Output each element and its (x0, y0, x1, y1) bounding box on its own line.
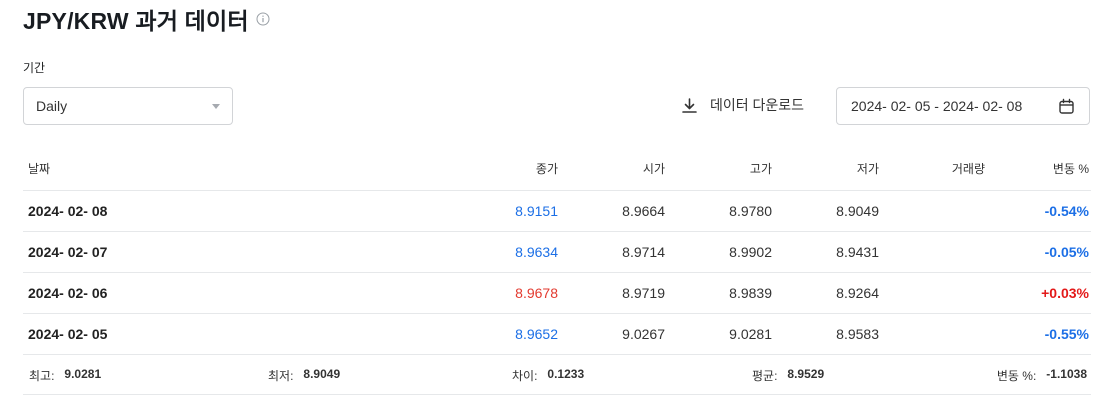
row-high: 8.9780 (667, 190, 774, 232)
row-change: -0.54% (987, 190, 1091, 232)
row-volume (881, 190, 987, 232)
date-range-picker[interactable]: 2024- 02- 05 - 2024- 02- 08 (836, 87, 1090, 125)
row-open: 8.9719 (560, 272, 667, 314)
summary-change-label: 변동 %: (996, 369, 1037, 383)
row-date: 2024- 02- 07 (23, 231, 453, 273)
row-low: 8.9049 (774, 190, 881, 232)
frequency-value: Daily (36, 98, 68, 114)
col-header-volume[interactable]: 거래량 (881, 148, 987, 191)
row-change: +0.03% (987, 272, 1091, 314)
col-header-close[interactable]: 종가 (453, 148, 560, 191)
row-close: 8.9151 (453, 190, 560, 232)
col-header-change[interactable]: 변동 % (987, 148, 1091, 191)
row-open: 9.0267 (560, 313, 667, 355)
row-low: 8.9431 (774, 231, 881, 273)
row-low: 8.9583 (774, 313, 881, 355)
row-close: 8.9634 (453, 231, 560, 273)
summary-low-label: 최저: (268, 369, 294, 383)
row-change: -0.05% (987, 231, 1091, 273)
summary-avg-label: 평균: (752, 369, 778, 383)
row-close: 8.9652 (453, 313, 560, 355)
table-row: 2024- 02- 08 8.9151 8.9664 8.9780 8.9049… (23, 190, 1091, 232)
download-data-button[interactable]: 데이터 다운로드 (681, 95, 804, 115)
col-header-low[interactable]: 저가 (774, 148, 881, 191)
summary-change: 변동 %: -1.1038 (997, 367, 1087, 384)
row-date: 2024- 02- 06 (23, 272, 453, 314)
summary-high-value: 9.0281 (64, 367, 102, 381)
summary-change-value: -1.1038 (1046, 367, 1087, 381)
col-header-high[interactable]: 고가 (667, 148, 774, 191)
summary-diff: 차이: 0.1233 (512, 367, 584, 384)
row-date: 2024- 02- 05 (23, 313, 453, 355)
download-icon (682, 97, 697, 113)
col-header-open[interactable]: 시가 (560, 148, 667, 191)
table-row: 2024- 02- 07 8.9634 8.9714 8.9902 8.9431… (23, 231, 1091, 273)
row-volume (881, 231, 987, 273)
table-row: 2024- 02- 05 8.9652 9.0267 9.0281 8.9583… (23, 313, 1091, 355)
date-range-value: 2024- 02- 05 - 2024- 02- 08 (851, 98, 1023, 114)
download-label: 데이터 다운로드 (710, 97, 805, 113)
summary-avg-value: 8.9529 (787, 367, 825, 381)
summary-high-label: 최고: (29, 369, 55, 383)
calendar-icon (1059, 98, 1074, 114)
summary-bar: 최고: 9.0281 최저: 8.9049 차이: 0.1233 평균: 8.9… (23, 354, 1091, 395)
row-high: 8.9902 (667, 231, 774, 273)
summary-avg: 평균: 8.9529 (752, 367, 824, 384)
table-header-row: 날짜 종가 시가 고가 저가 거래량 변동 % (23, 148, 1091, 191)
summary-low-value: 8.9049 (303, 367, 341, 381)
row-open: 8.9714 (560, 231, 667, 273)
row-volume (881, 272, 987, 314)
summary-high: 최고: 9.0281 (29, 367, 101, 384)
row-low: 8.9264 (774, 272, 881, 314)
period-label: 기간 (23, 61, 46, 75)
info-circle-icon[interactable] (256, 12, 270, 26)
row-open: 8.9664 (560, 190, 667, 232)
row-close: 8.9678 (453, 272, 560, 314)
col-header-date[interactable]: 날짜 (23, 148, 453, 191)
frequency-select[interactable]: Daily (23, 87, 233, 125)
row-change: -0.55% (987, 313, 1091, 355)
row-volume (881, 313, 987, 355)
caret-down-icon (212, 104, 220, 109)
row-high: 8.9839 (667, 272, 774, 314)
row-high: 9.0281 (667, 313, 774, 355)
table-row: 2024- 02- 06 8.9678 8.9719 8.9839 8.9264… (23, 272, 1091, 314)
row-date: 2024- 02- 08 (23, 190, 453, 232)
page-title: JPY/KRW 과거 데이터 (23, 8, 249, 34)
title-row: JPY/KRW 과거 데이터 (23, 4, 270, 34)
summary-diff-value: 0.1233 (547, 367, 585, 381)
history-table: 날짜 종가 시가 고가 저가 거래량 변동 % 2024- 02- 08 8.9… (23, 148, 1091, 355)
summary-diff-label: 차이: (512, 369, 538, 383)
summary-low: 최저: 8.9049 (268, 367, 340, 384)
